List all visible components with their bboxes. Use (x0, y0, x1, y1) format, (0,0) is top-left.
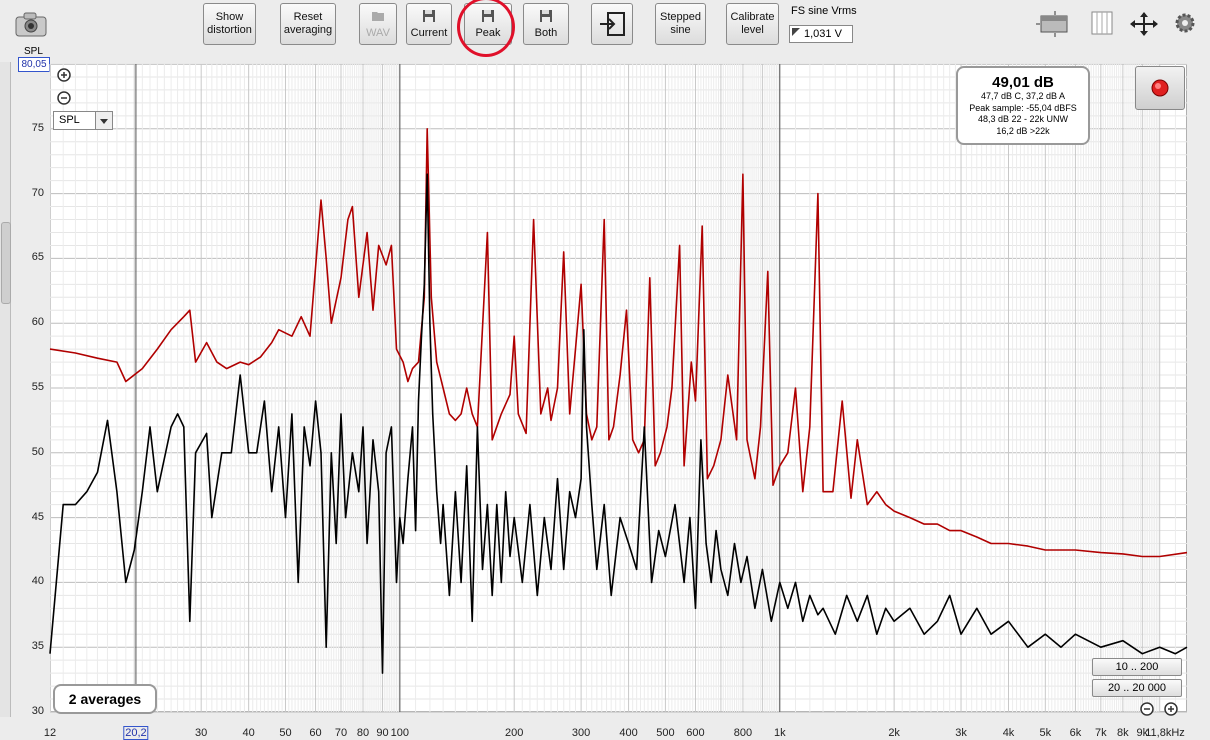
x-tick-label: 7k (1095, 727, 1107, 739)
x-tick-label: 400 (619, 727, 638, 739)
x-tick-label: 50 (279, 727, 292, 739)
y-tick-label: 30 (31, 705, 44, 717)
x-tick-label: 90 (376, 727, 389, 739)
x-tick-label: 600 (686, 727, 705, 739)
chevron-down-icon (95, 112, 112, 129)
level-readout-panel: 49,01 dB 47,7 dB C, 37,2 dB A Peak sampl… (956, 66, 1090, 145)
readout-line-4: 16,2 dB >22k (996, 125, 1050, 136)
range-20-20000-button[interactable]: 20 .. 20 000 (1092, 679, 1182, 697)
range-10-200-button[interactable]: 10 .. 200 (1092, 658, 1182, 676)
y-tick-label: 45 (31, 510, 44, 523)
x-tick-label: 8k (1117, 727, 1129, 739)
y-tick-label: 60 (31, 316, 44, 329)
x-tick-label: 4k (1002, 727, 1015, 739)
averages-badge: 2 averages (53, 684, 157, 714)
x-tick-label: 70 (334, 727, 348, 739)
record-button[interactable] (1135, 66, 1185, 110)
zoom-in-icon[interactable] (57, 68, 71, 82)
zoom-out-icon[interactable] (57, 91, 71, 105)
readout-main: 49,01 dB (992, 74, 1054, 91)
x-tick-label: 200 (505, 727, 524, 739)
x-tick-label: 3k (955, 727, 967, 739)
x-tick-label: 100 (390, 727, 410, 739)
x-tick-label: 500 (656, 727, 675, 739)
y-tick-label: 70 (31, 186, 44, 199)
x-tick-label: 30 (195, 727, 208, 739)
y-tick-label: 40 (31, 575, 44, 588)
readout-line-3: 48,3 dB 22 - 22k UNW (977, 114, 1069, 124)
unit-select-value: SPL (59, 114, 80, 126)
x-tick-label: 12 (43, 727, 57, 739)
zoom-in-x-icon[interactable] (1164, 702, 1178, 716)
x-tick-label: 40 (242, 727, 255, 739)
x-tick-label: 6k (1069, 727, 1082, 739)
x-tick-label: 60 (309, 727, 322, 739)
zoom-out-x-icon[interactable] (1140, 702, 1154, 716)
readout-line-2: Peak sample: -55,04 dBFS (969, 102, 1077, 113)
y-tick-label: 55 (31, 381, 44, 393)
y-tick-label: 50 (31, 445, 44, 458)
x-tick-label: 5k (1039, 727, 1052, 739)
x-tick-label: 300 (571, 727, 591, 739)
unit-select[interactable]: SPL (53, 111, 113, 130)
readout-line-1: 47,7 dB C, 37,2 dB A (980, 91, 1066, 101)
y-tick-label: 65 (31, 251, 44, 264)
x-tick-label: 1k (773, 727, 786, 739)
y-tick-label: 35 (31, 640, 44, 653)
x-tick-label: 2k (888, 727, 900, 739)
x-tick-label: 80 (356, 727, 370, 739)
x-tick-label: 800 (733, 727, 753, 739)
y-tick-label: 75 (31, 121, 44, 134)
x-tick-label: 20,2 (123, 726, 149, 740)
x-tick-label: 11,8kHz (1145, 727, 1185, 739)
